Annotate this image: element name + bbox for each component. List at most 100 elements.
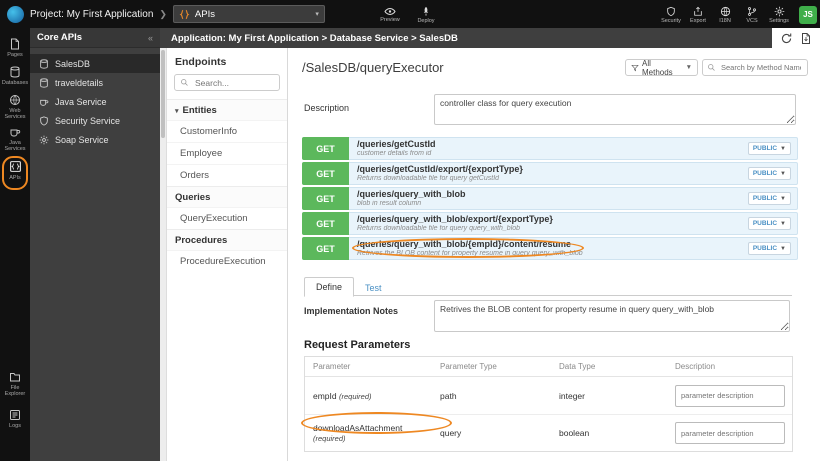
access-dropdown[interactable]: PUBLIC ▼ bbox=[747, 192, 791, 205]
i18n-button[interactable]: I18N bbox=[713, 6, 737, 24]
operation-summary: Retrives the BLOB content for property r… bbox=[357, 249, 583, 257]
description-textarea[interactable]: controller class for query execution bbox=[434, 94, 796, 125]
section-entities[interactable]: ▾ Entities bbox=[167, 99, 287, 120]
implementation-notes-textarea[interactable]: Retrives the BLOB content for property r… bbox=[434, 300, 790, 332]
deploy-label: Deploy bbox=[417, 17, 435, 24]
pages-label: Pages bbox=[7, 52, 23, 58]
access-dropdown[interactable]: PUBLIC ▼ bbox=[747, 242, 791, 255]
operation-url: /queries/getCustId bbox=[357, 138, 436, 149]
section-procedures[interactable]: Procedures bbox=[167, 229, 287, 250]
chevron-down-icon: ▼ bbox=[685, 64, 692, 71]
api-service-salesdb[interactable]: SalesDB bbox=[30, 54, 160, 73]
operation-summary: customer details from id bbox=[357, 149, 432, 157]
endpoints-search-input[interactable] bbox=[193, 76, 274, 89]
settings-label: Settings bbox=[769, 17, 789, 24]
collapse-panel-icon[interactable]: « bbox=[148, 33, 153, 43]
sidebar-item-apis[interactable]: APIs bbox=[0, 160, 30, 181]
method-search-input[interactable] bbox=[719, 62, 803, 73]
logs-icon bbox=[9, 409, 21, 421]
core-apis-title: Core APIs bbox=[37, 32, 83, 43]
security-button[interactable]: Security bbox=[659, 6, 683, 24]
procedures-header: Procedures bbox=[175, 235, 228, 246]
access-label: PUBLIC bbox=[752, 145, 778, 152]
access-dropdown[interactable]: PUBLIC ▼ bbox=[747, 217, 791, 230]
access-dropdown[interactable]: PUBLIC ▼ bbox=[747, 142, 791, 155]
core-apis-header: Core APIs « bbox=[30, 28, 160, 48]
request-parameters-heading: Request Parameters bbox=[304, 339, 411, 351]
endpoint-item-customerinfo[interactable]: CustomerInfo bbox=[167, 120, 287, 142]
search-icon bbox=[707, 63, 716, 72]
scrollbar-thumb[interactable] bbox=[161, 50, 165, 138]
sidebar-item-logs[interactable]: Logs bbox=[0, 409, 30, 429]
endpoints-search[interactable] bbox=[174, 74, 280, 91]
web-services-icon bbox=[9, 94, 21, 106]
preview-button[interactable]: Preview bbox=[378, 1, 402, 28]
security-label: Security bbox=[661, 17, 681, 24]
endpoint-item-orders[interactable]: Orders bbox=[167, 164, 287, 186]
methods-filter-dropdown[interactable]: All Methods ▼ bbox=[625, 58, 698, 77]
app-logo[interactable] bbox=[7, 5, 24, 23]
api-service-soap-service[interactable]: Soap Service bbox=[30, 130, 160, 149]
refresh-button[interactable] bbox=[780, 32, 793, 45]
api-service-security-service[interactable]: Security Service bbox=[30, 111, 160, 130]
export-button[interactable]: Export bbox=[686, 6, 710, 24]
endpoint-item-procedureexecution[interactable]: ProcedureExecution bbox=[167, 250, 287, 272]
endpoint-item-queryexecution[interactable]: QueryExecution bbox=[167, 207, 287, 229]
parameter-name-text: empId bbox=[313, 390, 337, 401]
gear-icon bbox=[39, 135, 49, 145]
parameter-type: path bbox=[440, 390, 457, 401]
export-icon bbox=[693, 6, 703, 17]
sidebar-item-pages[interactable]: Pages bbox=[0, 38, 30, 58]
method-search[interactable] bbox=[702, 59, 808, 76]
vcs-button[interactable]: VCS bbox=[740, 6, 764, 24]
sidebar-item-java-services[interactable]: Java Services bbox=[0, 126, 30, 153]
api-service-java-service[interactable]: Java Service bbox=[30, 92, 160, 111]
deploy-button[interactable]: Deploy bbox=[414, 1, 438, 28]
table-row: empId (required) path integer bbox=[305, 377, 792, 414]
api-service-label: Security Service bbox=[55, 115, 121, 126]
data-type: integer bbox=[559, 390, 585, 401]
parameter-description-input[interactable] bbox=[675, 384, 785, 407]
column-header: Description bbox=[675, 362, 716, 371]
database-icon bbox=[39, 77, 49, 88]
endpoint-item-employee[interactable]: Employee bbox=[167, 142, 287, 164]
operation-row-selected[interactable]: GET /queries/query_with_blob/{empId}/con… bbox=[302, 237, 798, 260]
apis-label: APIs bbox=[9, 175, 21, 181]
section-queries[interactable]: Queries bbox=[167, 186, 287, 207]
endpoints-panel: Endpoints ▾ Entities CustomerInfo Employ… bbox=[167, 48, 288, 461]
api-service-traveldetails[interactable]: traveldetails bbox=[30, 73, 160, 92]
endpoints-title: Endpoints bbox=[175, 56, 227, 68]
access-label: PUBLIC bbox=[752, 220, 778, 227]
operation-row[interactable]: GET /queries/getCustId/export/{exportTyp… bbox=[302, 162, 798, 185]
column-header: Parameter Type bbox=[440, 362, 497, 371]
parameter-description-input[interactable] bbox=[675, 422, 785, 444]
access-dropdown[interactable]: PUBLIC ▼ bbox=[747, 167, 791, 180]
operation-row[interactable]: GET /queries/query_with_blob/export/{exp… bbox=[302, 212, 798, 235]
database-icon bbox=[39, 58, 49, 69]
rocket-icon bbox=[421, 6, 431, 17]
search-icon bbox=[180, 78, 189, 87]
left-nav: Pages Databases Web Services Java Servic… bbox=[0, 28, 30, 461]
operation-row[interactable]: GET /queries/query_with_blob blob in resu… bbox=[302, 187, 798, 210]
required-flag: (required) bbox=[339, 391, 372, 401]
operation-row[interactable]: GET /queries/getCustId customer details f… bbox=[302, 137, 798, 160]
logs-label: Logs bbox=[9, 423, 21, 429]
tab-test[interactable]: Test bbox=[354, 279, 393, 297]
globe-icon bbox=[720, 6, 731, 17]
shield-icon bbox=[666, 6, 676, 17]
apis-selector-icon bbox=[179, 9, 190, 20]
export-swagger-button[interactable] bbox=[800, 32, 812, 45]
tab-define[interactable]: Define bbox=[304, 277, 355, 297]
workspace-selector[interactable]: APIs ▾ bbox=[172, 5, 325, 23]
user-avatar[interactable]: JS bbox=[799, 5, 817, 24]
main-content: /SalesDB/queryExecutor All Methods ▼ Des… bbox=[288, 48, 820, 461]
file-explorer-label: File Explorer bbox=[4, 385, 26, 398]
settings-button[interactable]: Settings bbox=[767, 6, 791, 24]
methods-filter-label: All Methods bbox=[642, 58, 673, 77]
i18n-label: I18N bbox=[719, 17, 731, 24]
sidebar-item-file-explorer[interactable]: File Explorer bbox=[0, 371, 30, 398]
operations-list: GET /queries/getCustId customer details f… bbox=[302, 137, 798, 262]
sidebar-item-databases[interactable]: Databases bbox=[0, 66, 30, 86]
sidebar-item-web-services[interactable]: Web Services bbox=[0, 94, 30, 121]
core-apis-panel: Core APIs « SalesDB traveldetails Java S… bbox=[30, 28, 160, 461]
